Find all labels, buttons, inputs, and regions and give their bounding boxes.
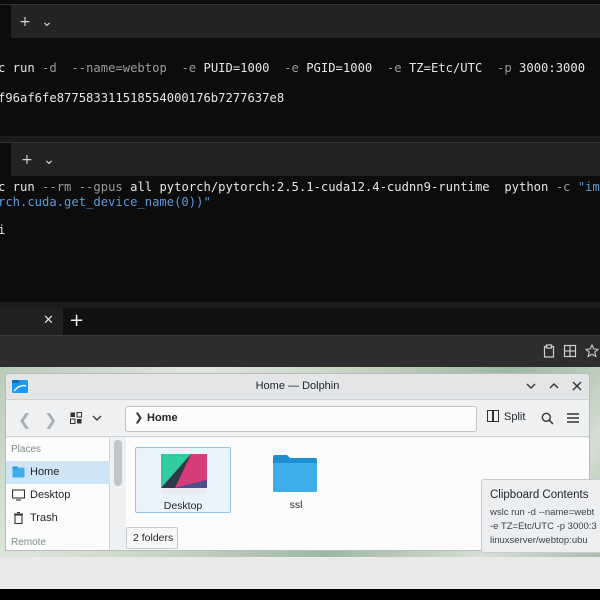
terminal-window-2: + ⌄ c run --rm --gpus all pytorch/pytorc… [0, 142, 600, 302]
desktop-icon [12, 489, 25, 501]
chevron-right-icon: ❯ [134, 411, 144, 424]
view-mode-icon[interactable] [70, 412, 82, 424]
tab-dropdown-button[interactable]: ⌄ [40, 151, 58, 169]
command-output: i [0, 223, 5, 238]
places-item-home[interactable]: Home [6, 461, 110, 484]
hamburger-menu-icon[interactable] [566, 412, 580, 424]
close-icon[interactable] [569, 378, 585, 394]
places-item-desktop[interactable]: Desktop [6, 484, 110, 507]
taskbar-area [0, 557, 600, 589]
grid-icon[interactable] [563, 344, 577, 358]
places-header: Places [11, 444, 42, 455]
file-name: Desktop [163, 500, 203, 512]
clipboard-line: wslc run -d --name=webt [490, 507, 595, 518]
desktop-folder-icon [161, 454, 207, 494]
star-icon[interactable] [585, 344, 599, 358]
split-button[interactable]: Split [487, 410, 525, 423]
search-icon[interactable] [541, 412, 554, 425]
clipboard-icon[interactable] [542, 344, 556, 358]
new-tab-button[interactable]: + [16, 13, 34, 31]
title-bar[interactable]: Home — Dolphin [6, 374, 589, 400]
terminal-tab[interactable] [0, 143, 11, 176]
clipboard-popup[interactable]: Clipboard Contents wslc run -d --name=we… [481, 479, 600, 553]
terminal-body[interactable]: c run -d --name=webtop -e PUID=1000 -e P… [0, 38, 600, 136]
home-folder-icon [12, 466, 25, 478]
folder-ssl[interactable]: ssl [248, 447, 344, 513]
container-id-output: f96af6fe877583311518554000176b7277637e8 [0, 91, 285, 105]
status-bar: 2 folders [126, 527, 178, 549]
trash-icon [14, 512, 23, 524]
new-tab-button[interactable]: + [18, 151, 36, 169]
forward-icon[interactable]: ❯ [44, 410, 57, 429]
places-item-trash[interactable]: Trash [6, 507, 110, 530]
command-line: c run --rm --gpus all pytorch/pytorch:2.… [0, 180, 600, 194]
maximize-icon[interactable] [546, 378, 562, 394]
new-tab-button[interactable]: + [69, 310, 84, 331]
chevron-down-icon[interactable] [92, 414, 102, 422]
back-icon[interactable]: ❮ [18, 410, 31, 429]
terminal-window-1: + ⌄ c run -d --name=webtop -e PUID=1000 … [0, 4, 600, 136]
breadcrumb[interactable]: ❯ Home [125, 406, 477, 432]
dolphin-toolbar: ❮ ❯ ❯ Home Split [6, 401, 589, 437]
terminal-tab-bar: + ⌄ [0, 5, 600, 38]
bottom-edge [0, 589, 600, 600]
places-section-remote: Remote [11, 537, 47, 548]
split-view-icon [487, 410, 499, 422]
folder-icon [273, 455, 317, 492]
browser-toolbar [0, 335, 600, 367]
terminal-tab[interactable] [0, 5, 11, 38]
clipboard-line: linuxserver/webtop:ubu [490, 535, 588, 546]
close-tab-icon[interactable]: ✕ [43, 313, 54, 328]
places-scrollbar[interactable] [114, 440, 122, 486]
file-name: ssl [289, 499, 303, 511]
command-line-continued: rch.cuda.get_device_name(0))" [0, 195, 211, 209]
places-panel: Places Home Desktop Trash Remote [6, 438, 110, 550]
minimize-icon[interactable] [523, 378, 539, 394]
tab-dropdown-button[interactable]: ⌄ [38, 13, 56, 31]
breadcrumb-location[interactable]: Home [147, 412, 178, 424]
terminal-tab-bar: + ⌄ [0, 143, 600, 176]
browser-tab-strip: ✕ + [0, 308, 600, 335]
browser-tab[interactable]: ✕ [0, 308, 63, 335]
folder-desktop[interactable]: Desktop [135, 447, 231, 513]
clipboard-line: -e TZ=Etc/UTC -p 3000:3 [490, 521, 597, 532]
window-title: Home — Dolphin [255, 380, 340, 392]
command-line: c run -d --name=webtop -e PUID=1000 -e P… [0, 61, 600, 75]
terminal-body[interactable]: c run --rm --gpus all pytorch/pytorch:2.… [0, 176, 600, 302]
clipboard-title: Clipboard Contents [490, 489, 589, 501]
